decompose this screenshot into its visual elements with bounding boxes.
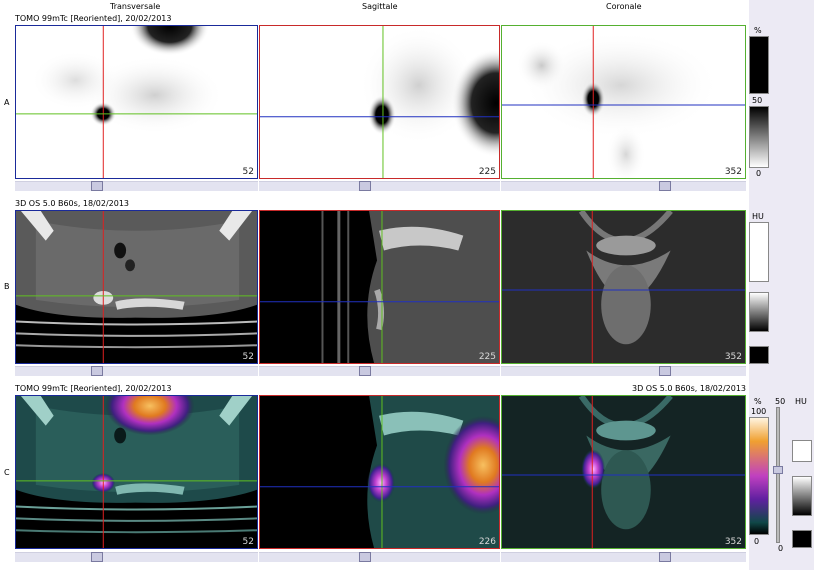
- row-c-blend-slider[interactable]: [773, 407, 783, 543]
- row-b-coronal-view[interactable]: 352: [501, 210, 746, 364]
- slider-knob[interactable]: [359, 552, 371, 562]
- row-a-colorbar: [749, 106, 769, 168]
- row-a-coronal-view[interactable]: 352: [501, 25, 746, 179]
- row-c-colorbar-ct: [792, 476, 812, 516]
- row-c-colorbar-pet: [749, 417, 769, 535]
- row-c-sagittal-view[interactable]: 226: [259, 395, 500, 549]
- row-a-transversal-image: [16, 26, 257, 178]
- row-c-blend-value: 50: [775, 397, 786, 406]
- row-b-sagittal-view[interactable]: 225: [259, 210, 500, 364]
- row-c-info-left: TOMO 99mTc [Reoriented], 20/02/2013: [15, 384, 172, 393]
- row-b-sagittal-slider[interactable]: [259, 366, 500, 376]
- row-c-coronal-slice: 352: [724, 537, 742, 547]
- row-a-transversal-view[interactable]: 52: [15, 25, 258, 179]
- header-coronal: Coronale: [606, 2, 642, 11]
- row-a-label: A: [4, 98, 10, 107]
- row-c-coronal-view[interactable]: 352: [501, 395, 746, 549]
- blend-knob[interactable]: [773, 466, 783, 474]
- row-a-sagittal-image: [260, 26, 499, 178]
- row-b-coronal-slice: 352: [724, 352, 742, 362]
- row-a-coronal-slice: 352: [724, 167, 742, 177]
- row-c-scale-min: 0: [754, 537, 760, 546]
- row-b-label: B: [4, 282, 10, 291]
- slider-knob[interactable]: [659, 552, 671, 562]
- row-b-transversal-image: [16, 211, 257, 363]
- header-sagittal: Sagittale: [362, 2, 398, 11]
- row-b-coronal-image: [502, 211, 745, 363]
- row-c-colorbar-ct-bottom: [792, 530, 812, 548]
- header-transversal: Transversale: [110, 2, 161, 11]
- row-c-sagittal-image: [260, 396, 499, 548]
- row-a-coronal-image: [502, 26, 745, 178]
- row-c-blend-min: 0: [778, 544, 784, 553]
- row-c-transversal-slider[interactable]: [15, 552, 258, 562]
- row-a-sagittal-slice: 225: [478, 167, 496, 177]
- row-c-info-right: 3D OS 5.0 B60s, 18/02/2013: [631, 384, 746, 393]
- row-c-sagittal-slider[interactable]: [259, 552, 500, 562]
- row-a-transversal-slider[interactable]: [15, 181, 258, 191]
- row-c-coronal-image: [502, 396, 745, 548]
- row-b-transversal-slider[interactable]: [15, 366, 258, 376]
- row-a-scale-min: 0: [756, 169, 762, 178]
- row-b-sagittal-image: [260, 211, 499, 363]
- row-a-coronal-slider[interactable]: [501, 181, 746, 191]
- slider-knob[interactable]: [359, 366, 371, 376]
- row-c-transversal-view[interactable]: 52: [15, 395, 258, 549]
- row-b-coronal-slider[interactable]: [501, 366, 746, 376]
- row-c-label: C: [4, 468, 10, 477]
- slider-knob[interactable]: [359, 181, 371, 191]
- row-b-colorbar-bottom: [749, 346, 769, 364]
- row-b-colorbar-top: [749, 222, 769, 282]
- row-a-transversal-slice: 52: [242, 167, 254, 177]
- row-c-colorbar-ct-top: [792, 440, 812, 462]
- row-b-sagittal-slice: 225: [478, 352, 496, 362]
- row-c-sagittal-slice: 226: [478, 537, 496, 547]
- row-a-info: TOMO 99mTc [Reoriented], 20/02/2013: [15, 14, 172, 23]
- row-c-transversal-slice: 52: [242, 537, 254, 547]
- row-c-coronal-slider[interactable]: [501, 552, 746, 562]
- row-a-colorbar-top: [749, 36, 769, 94]
- row-b-transversal-slice: 52: [242, 352, 254, 362]
- slider-knob[interactable]: [91, 366, 103, 376]
- row-b-transversal-view[interactable]: 52: [15, 210, 258, 364]
- slider-knob[interactable]: [659, 366, 671, 376]
- row-c-transversal-image: [16, 396, 257, 548]
- row-a-sagittal-slider[interactable]: [259, 181, 500, 191]
- slider-knob[interactable]: [659, 181, 671, 191]
- slider-knob[interactable]: [91, 181, 103, 191]
- row-a-scale-mid: 50: [752, 96, 763, 105]
- row-c-scale-unit: %: [754, 397, 762, 406]
- row-a-scale-unit: %: [754, 26, 762, 35]
- row-a-sagittal-view[interactable]: 225: [259, 25, 500, 179]
- row-b-scale-unit: HU: [752, 212, 764, 221]
- slider-knob[interactable]: [91, 552, 103, 562]
- row-c-scale-max: 100: [751, 407, 767, 416]
- row-c-scale-unit2: HU: [795, 397, 807, 406]
- row-b-colorbar: [749, 292, 769, 332]
- row-b-info: 3D OS 5.0 B60s, 18/02/2013: [15, 199, 130, 208]
